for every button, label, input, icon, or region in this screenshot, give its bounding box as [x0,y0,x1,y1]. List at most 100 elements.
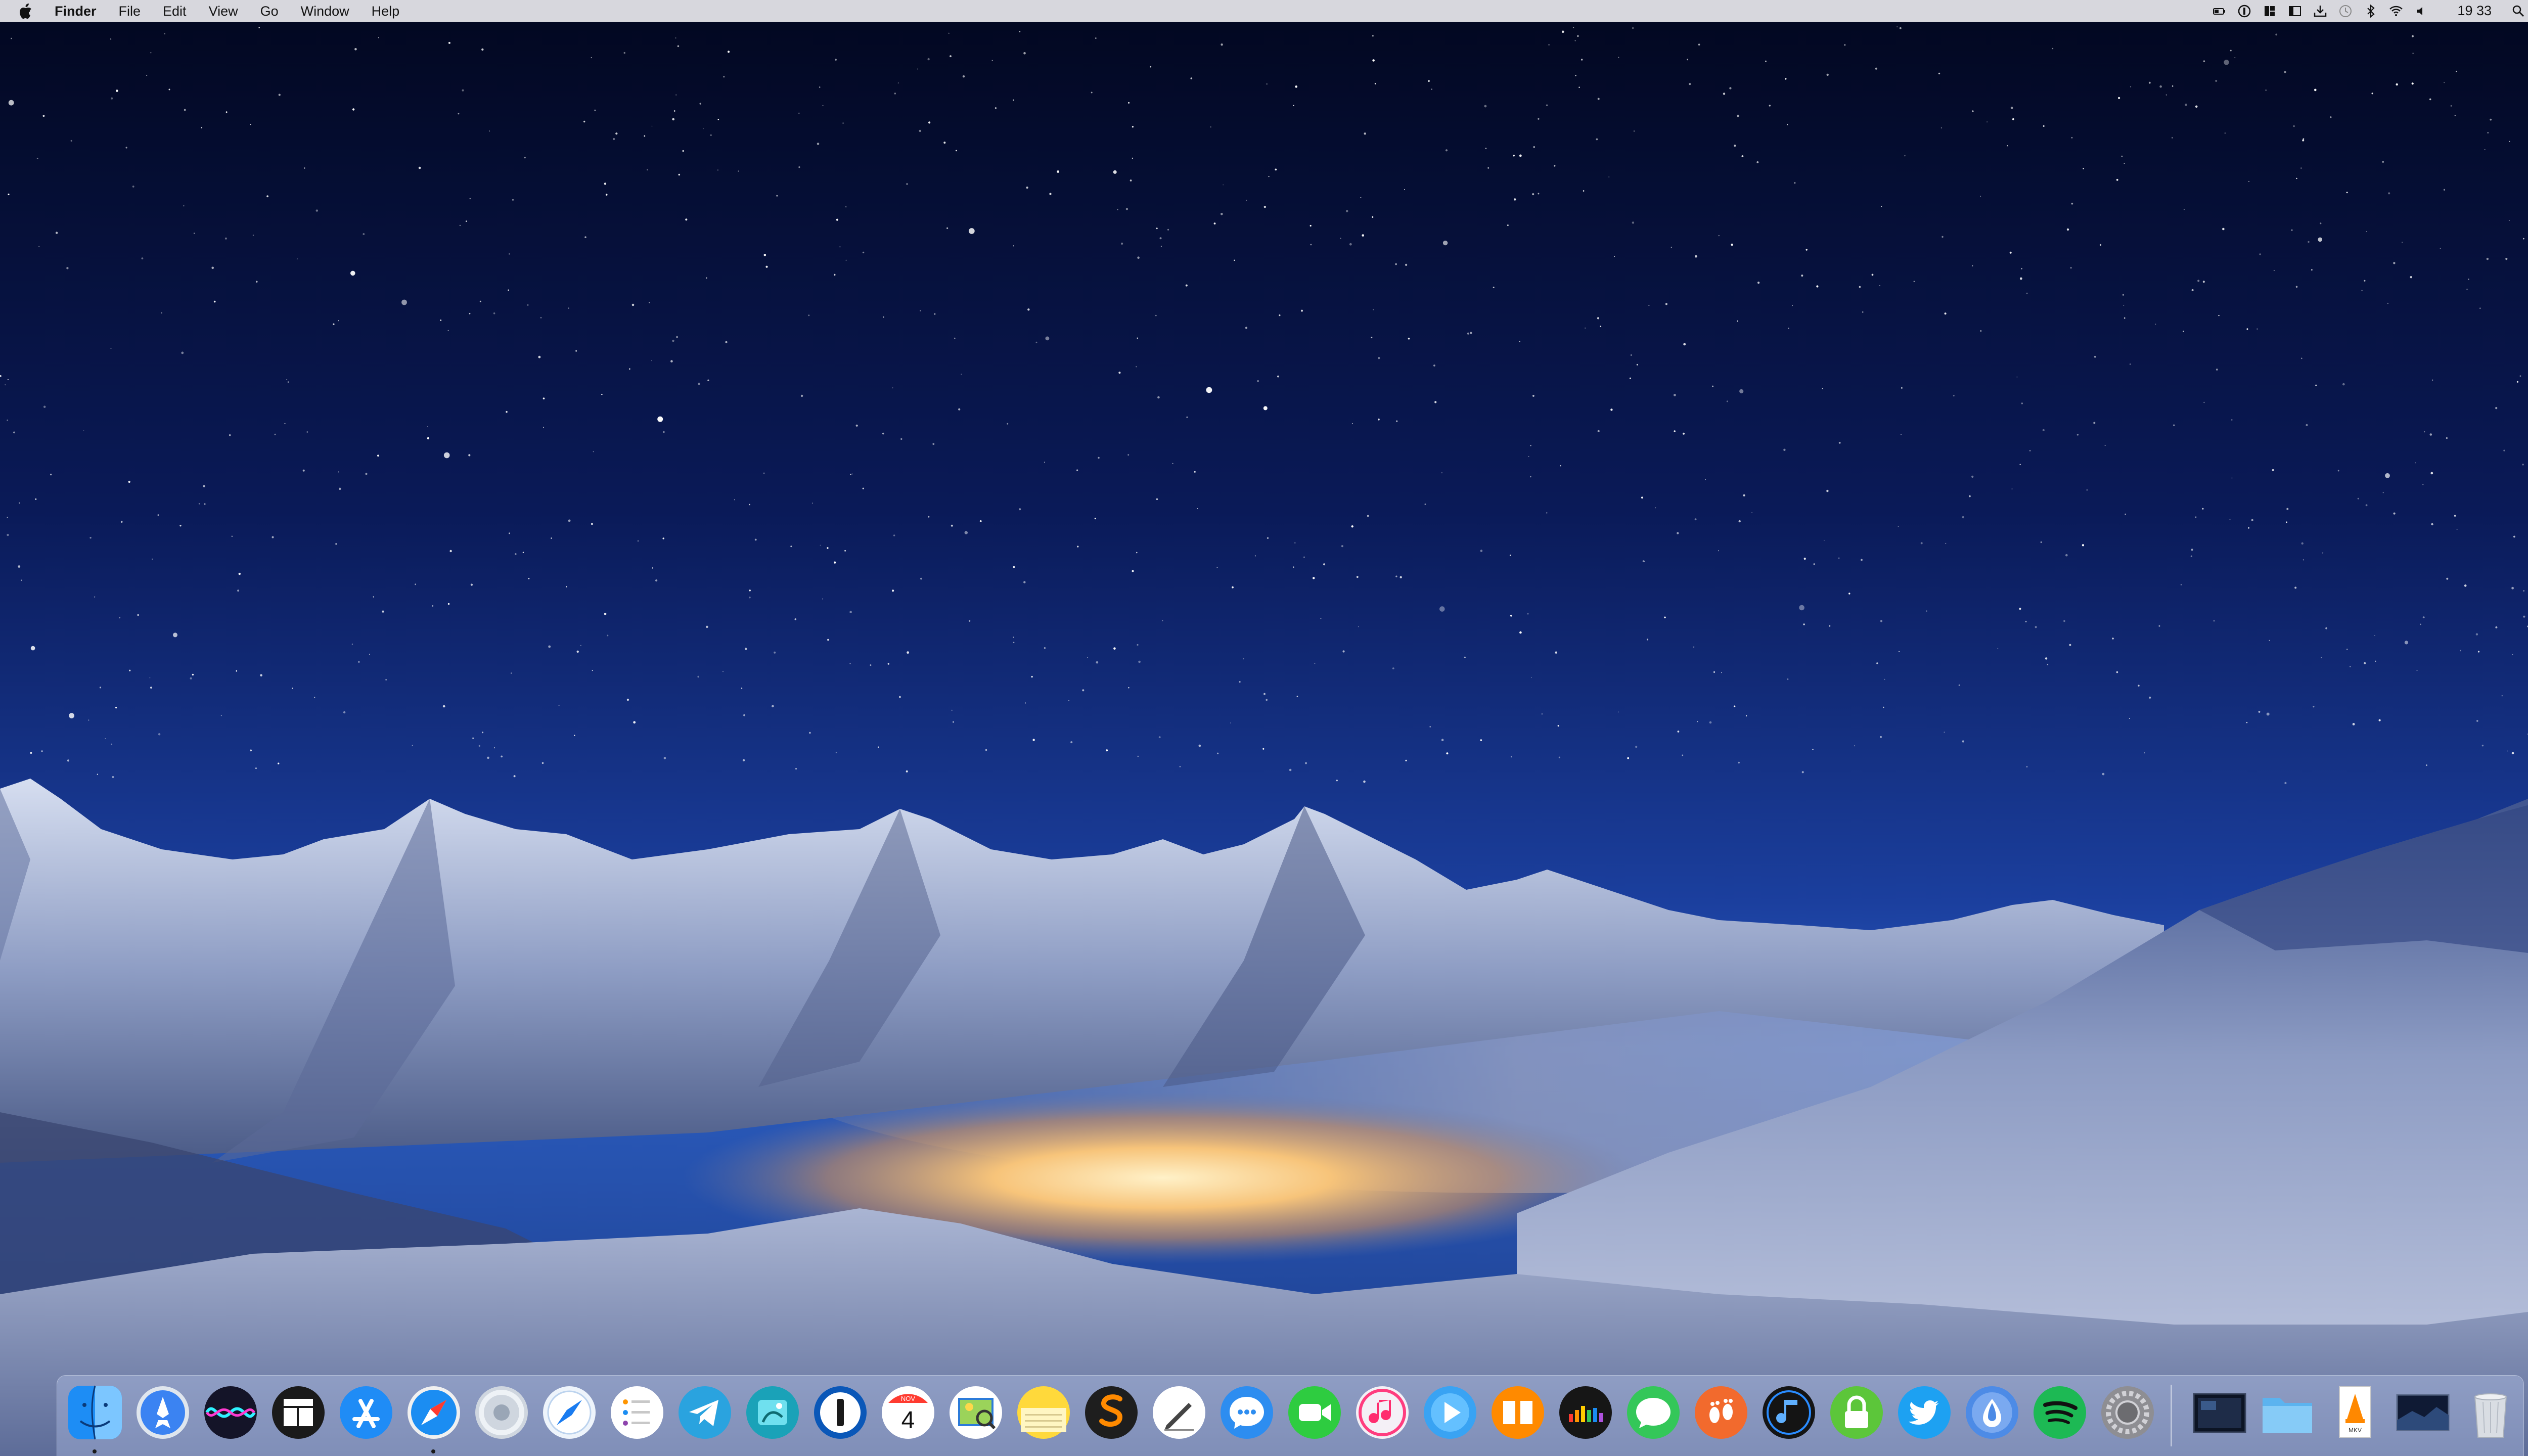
star [481,48,484,51]
dock-app-store[interactable] [336,1383,396,1442]
1password-icon[interactable] [2237,4,2252,19]
star [1904,155,1906,157]
dock-music-player[interactable] [1759,1383,1819,1442]
star [2294,586,2297,589]
dock-folder-stack[interactable] [2258,1383,2317,1442]
star [2042,429,2045,431]
dock-spotify[interactable] [2030,1383,2090,1442]
app-store-icon [340,1386,392,1439]
star [1574,40,1576,41]
star [1019,31,1021,32]
preview-icon [950,1386,1002,1439]
menu-go[interactable]: Go [260,0,279,22]
star [1583,190,1585,192]
dock-window-manager[interactable] [268,1383,328,1442]
star [1648,305,1650,306]
dock-calendar[interactable]: NOV 4 [878,1383,938,1442]
dock-xcode-like[interactable] [743,1383,802,1442]
books-icon [1492,1386,1544,1439]
menu-file[interactable]: File [119,0,141,22]
download-tray-icon[interactable] [2313,4,2328,19]
window-layout-icon[interactable] [2262,4,2277,19]
dock-safari[interactable] [404,1383,464,1442]
dock-desktop-thumb[interactable] [2393,1383,2453,1442]
star [894,93,896,95]
menu-edit[interactable]: Edit [163,0,187,22]
star [2155,324,2156,325]
star [1731,243,1733,246]
star [201,127,203,128]
dock-siri[interactable] [201,1383,260,1442]
menu-help[interactable]: Help [372,0,400,22]
dock-messenger[interactable] [1217,1383,1277,1442]
star [1395,263,1397,265]
dock-bigfoot[interactable] [1691,1383,1751,1442]
star [1232,586,1234,588]
dock-preview[interactable] [946,1383,1006,1442]
star [128,480,130,483]
spotlight-search-icon[interactable] [2511,4,2526,19]
dock-1password[interactable] [810,1383,870,1442]
star [1848,593,1850,595]
menu-clock[interactable]: 19 33 [2457,3,2492,19]
star [1689,83,1691,85]
dock-facetime[interactable] [1285,1383,1344,1442]
star [1635,746,1638,748]
dock-screenshot-stack[interactable] [2190,1383,2249,1442]
dock-vpn[interactable] [1827,1383,1886,1442]
dock-tor-browser[interactable] [1962,1383,2022,1442]
dock-trash[interactable] [2461,1383,2520,1442]
star [1340,238,1341,239]
star [917,68,918,70]
star [448,41,450,44]
dock-sublime-text[interactable] [1081,1383,1141,1442]
star [920,577,922,580]
star [892,589,894,592]
dock-infuse[interactable] [1420,1383,1480,1442]
dock-system-preferences[interactable] [2098,1383,2157,1442]
time-machine-icon[interactable] [2338,4,2353,19]
dock-books[interactable] [1488,1383,1548,1442]
star [338,320,339,322]
dock-messages[interactable] [1623,1383,1683,1442]
dock-finder[interactable] [65,1383,125,1442]
star [2513,535,2515,538]
apple-menu-icon[interactable] [19,3,34,20]
bluetooth-icon[interactable] [2363,4,2378,19]
star [1884,678,1885,680]
dock-chrome[interactable] [472,1383,531,1442]
dock-equalizer[interactable] [1556,1383,1615,1442]
star [1070,741,1073,744]
star [2301,542,2304,545]
star [1721,672,1722,673]
star [676,336,678,338]
dock-telegram[interactable] [675,1383,735,1442]
menu-window[interactable]: Window [301,0,349,22]
star [119,617,121,619]
star [1509,555,1511,556]
star [1313,577,1315,579]
star [633,721,636,724]
star [1358,626,1359,627]
dock-launchpad[interactable] [133,1383,193,1442]
dock-reminders[interactable] [607,1383,667,1442]
star [551,537,552,539]
sidebar-icon[interactable] [2287,4,2303,19]
star [2269,640,2270,641]
star [2218,315,2220,316]
volume-icon[interactable] [2414,4,2429,19]
star [1938,72,1940,75]
dock-compass[interactable] [539,1383,599,1442]
menu-app-name[interactable]: Finder [55,0,97,22]
dock-itunes[interactable] [1352,1383,1412,1442]
star [834,274,836,276]
wifi-icon[interactable] [2388,4,2404,19]
menu-view[interactable]: View [209,0,238,22]
dock-twitter[interactable] [1894,1383,1954,1442]
battery-toggle-icon[interactable] [2211,4,2227,19]
dock-mkv-file[interactable]: MKV [2325,1383,2385,1442]
star [515,553,517,555]
star [2388,192,2390,195]
dock-notes[interactable] [1014,1383,1073,1442]
dock-script-editor[interactable] [1149,1383,1209,1442]
